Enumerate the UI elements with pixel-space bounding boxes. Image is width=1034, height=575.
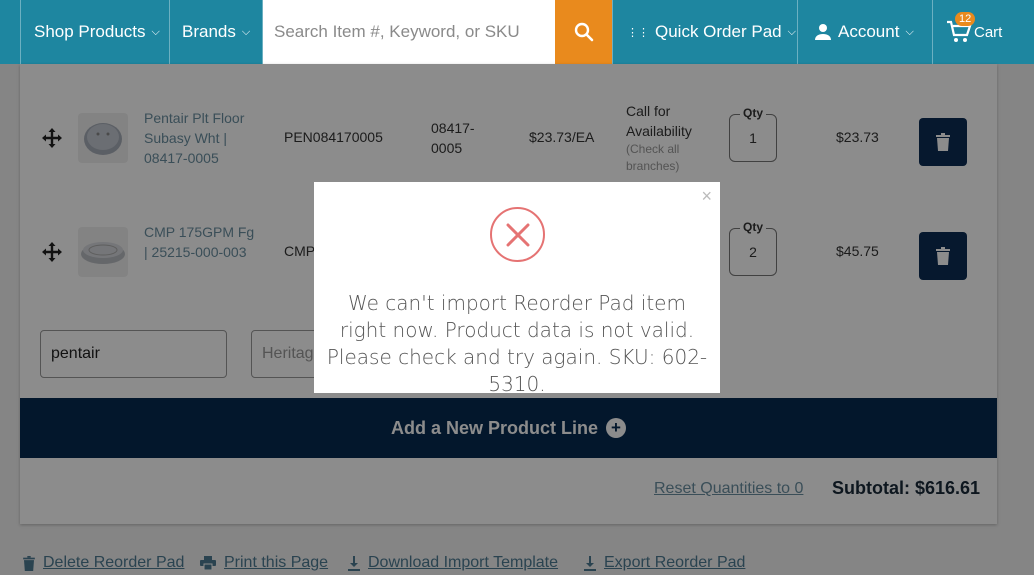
chevron-down-icon: ⌵ — [151, 25, 160, 38]
cart-label: Cart — [974, 23, 1003, 41]
search-field — [263, 0, 555, 64]
search-icon — [574, 22, 593, 42]
cart-count-badge: 12 — [955, 12, 976, 26]
close-icon[interactable]: × — [701, 186, 712, 207]
cart-button[interactable]: 12 Cart — [933, 0, 1034, 64]
user-icon — [815, 24, 831, 40]
error-x-icon — [490, 207, 545, 262]
quick-order-pad-menu[interactable]: ⋮⋮ Quick Order Pad ⌵ — [612, 0, 798, 64]
brands-label: Brands — [182, 22, 236, 41]
account-label: Account — [838, 22, 900, 41]
shop-products-label: Shop Products — [34, 22, 146, 41]
chevron-down-icon: ⌵ — [787, 25, 796, 38]
chevron-down-icon: ⌵ — [905, 25, 914, 38]
brands-menu[interactable]: Brands ⌵ — [170, 0, 263, 64]
shop-products-menu[interactable]: Shop Products ⌵ — [20, 0, 170, 64]
search-input[interactable] — [263, 0, 555, 64]
chevron-down-icon: ⌵ — [241, 25, 251, 38]
grid-icon: ⋮⋮ — [627, 26, 649, 39]
error-modal: × We can't import Reorder Pad item right… — [314, 182, 720, 396]
top-nav: Shop Products ⌵ Brands ⌵ ⋮⋮ Quick Order … — [0, 0, 1034, 64]
quick-order-pad-label: Quick Order Pad — [655, 22, 782, 41]
account-menu[interactable]: Account ⌵ — [798, 0, 933, 64]
search-button[interactable] — [555, 0, 612, 64]
error-message: We can't import Reorder Pad item right n… — [326, 291, 708, 396]
